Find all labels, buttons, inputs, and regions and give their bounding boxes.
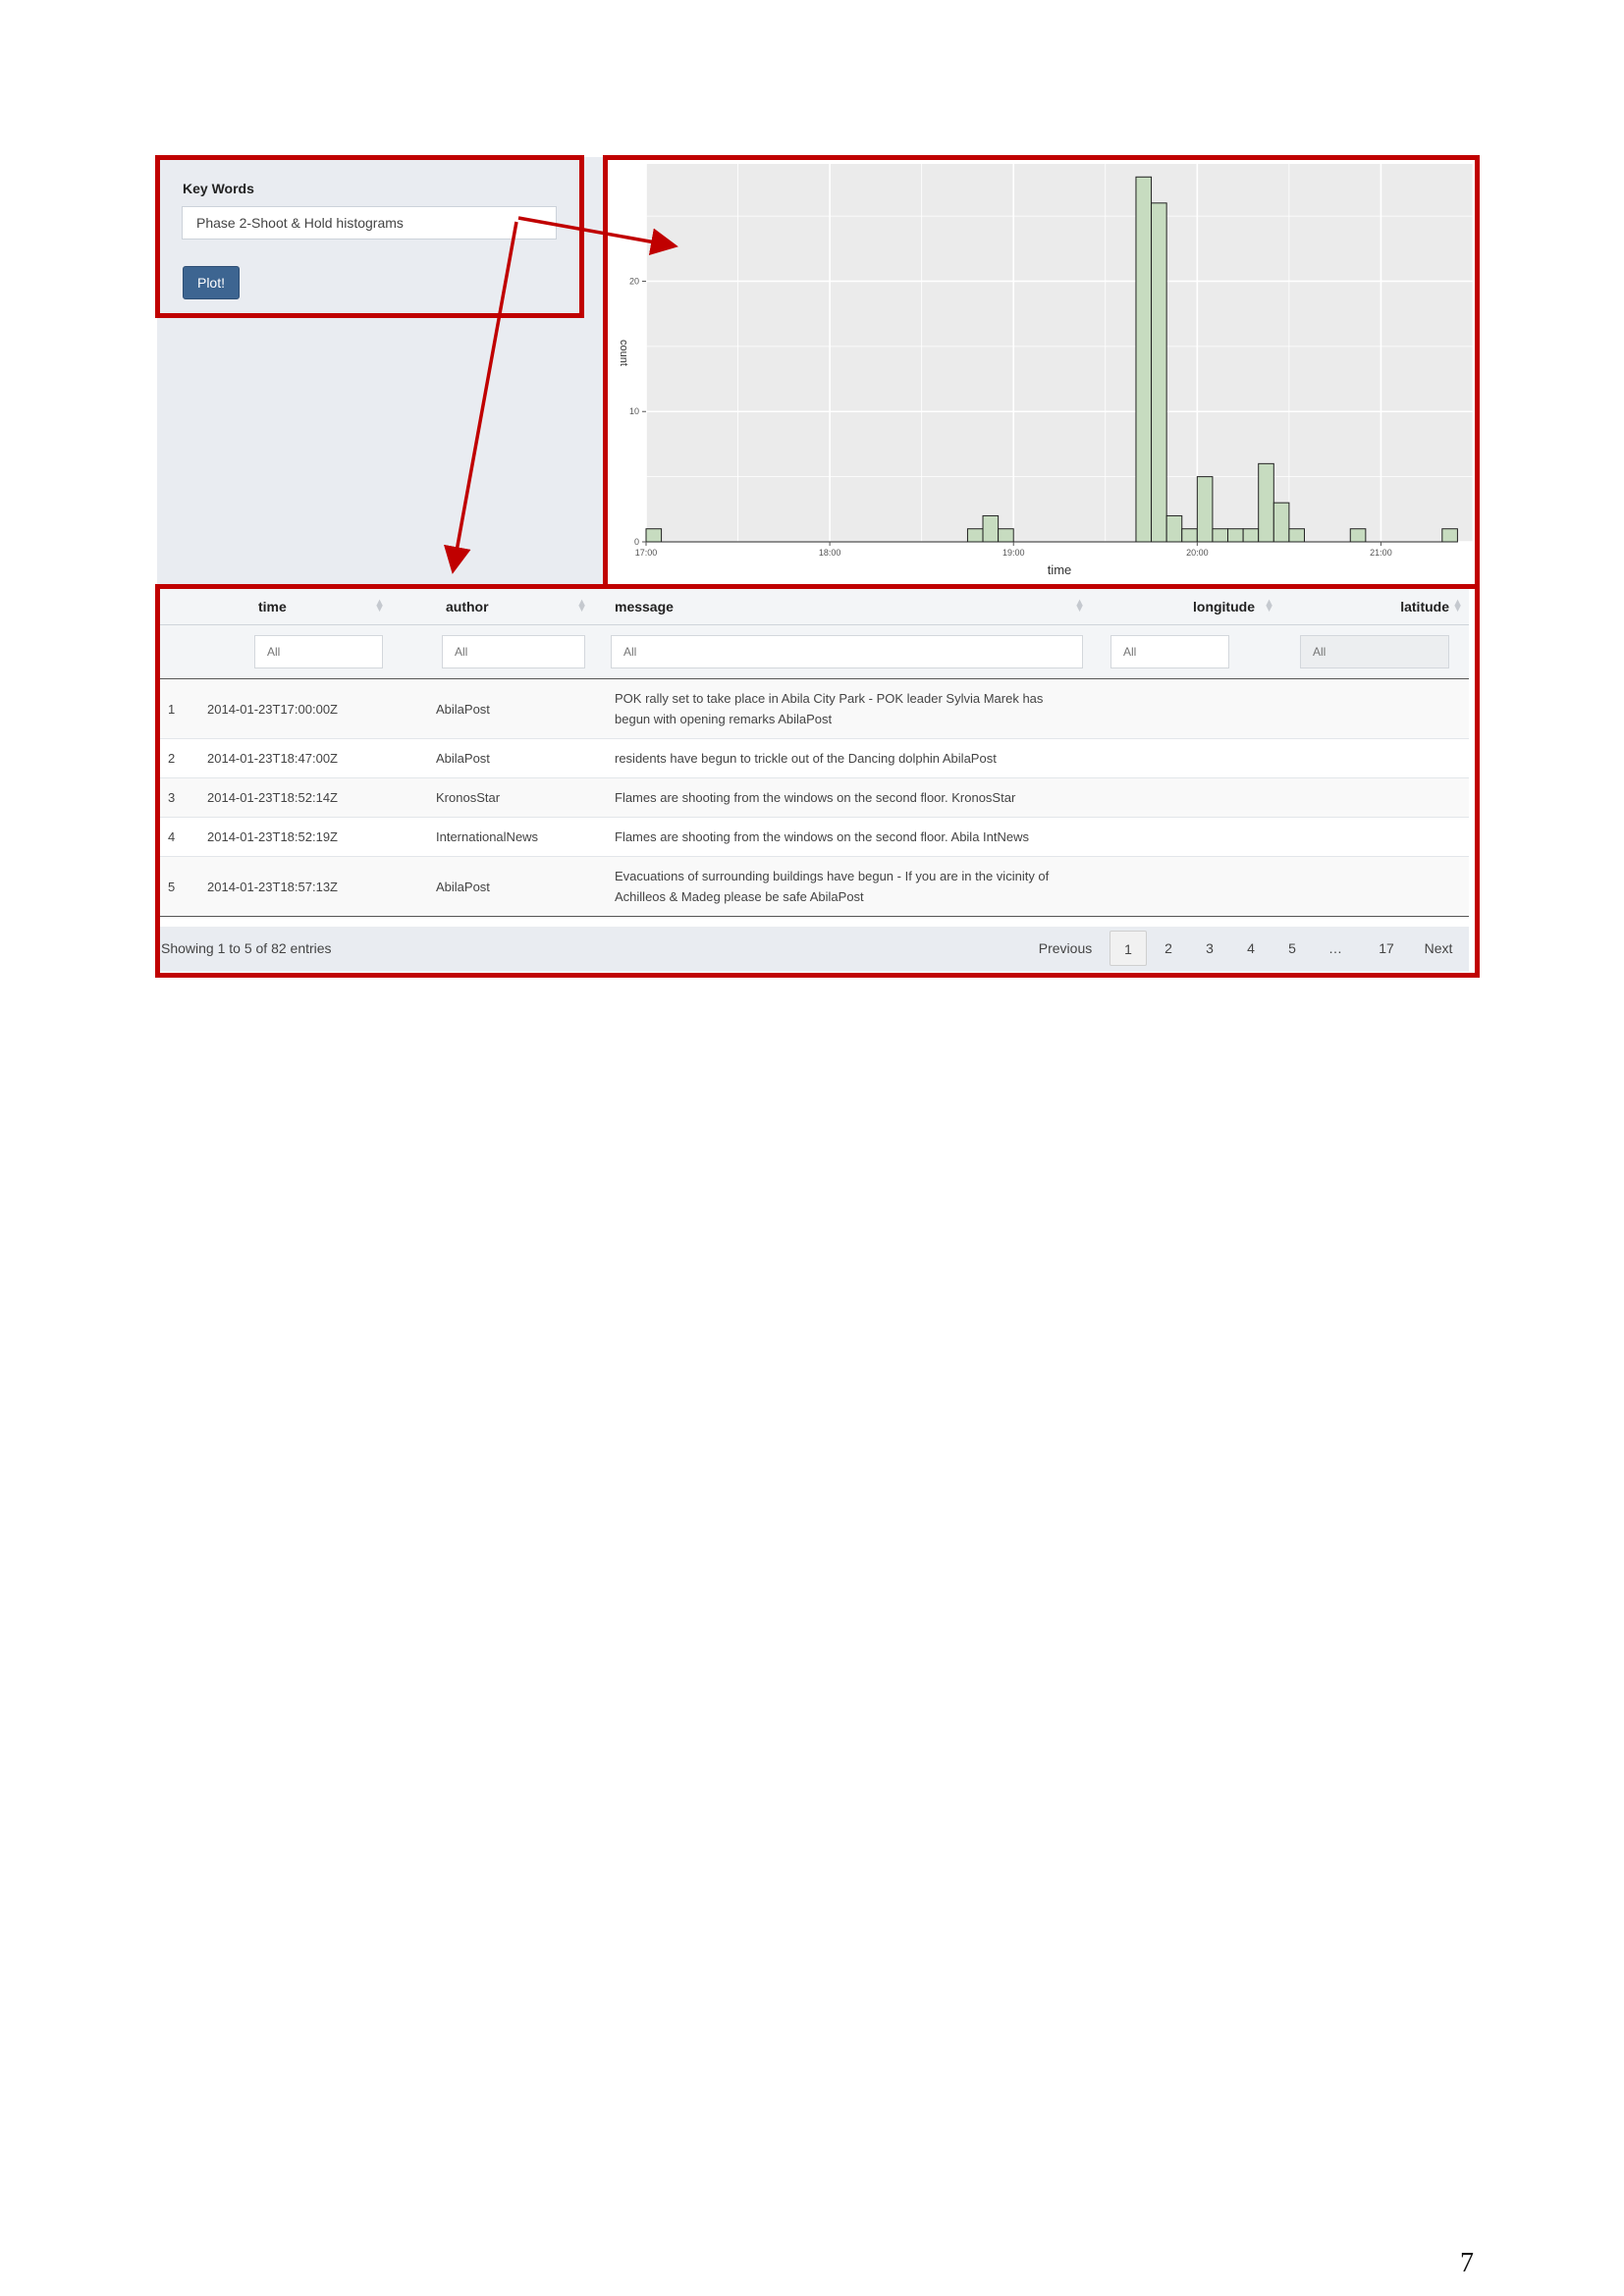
highlight-box-chart [603,155,1480,589]
highlight-box-input [155,155,584,318]
highlight-box-table [155,584,1480,978]
page-number: 7 [1460,2248,1474,2278]
